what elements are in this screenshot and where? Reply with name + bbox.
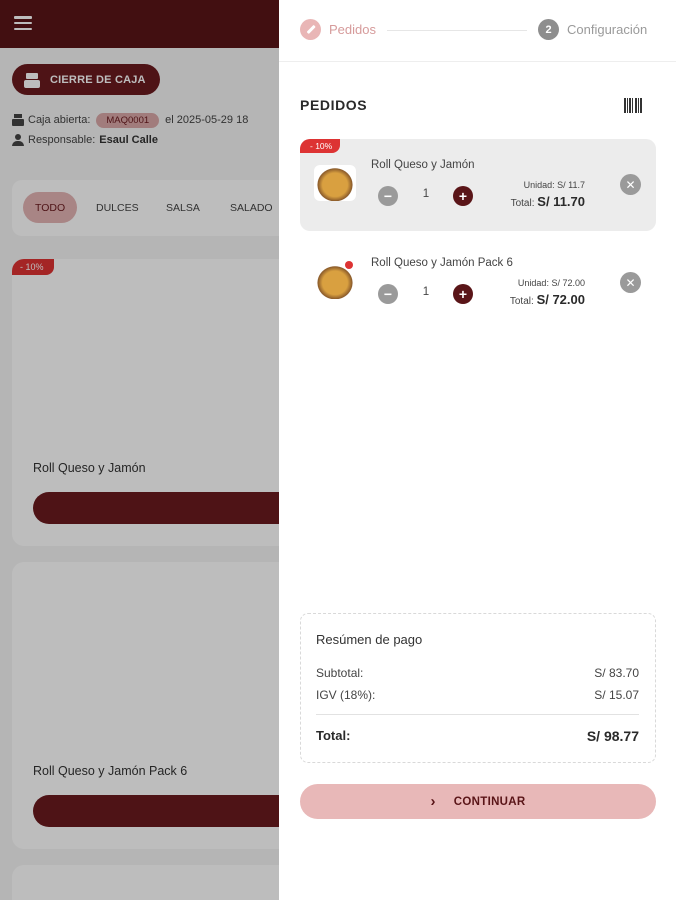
summary-title: Resúmen de pago bbox=[316, 632, 423, 647]
step-connector bbox=[387, 30, 527, 31]
increase-quantity-button[interactable]: + bbox=[453, 284, 473, 304]
step-label: Configuración bbox=[567, 22, 648, 37]
igv-row: IGV (18%): S/ 15.07 bbox=[316, 688, 639, 702]
step-configuracion[interactable]: 2 Configuración bbox=[538, 19, 647, 40]
pencil-icon bbox=[306, 25, 315, 34]
item-image bbox=[314, 165, 356, 201]
step-label: Pedidos bbox=[329, 22, 376, 37]
step-pedidos[interactable]: Pedidos bbox=[300, 19, 376, 40]
discount-badge: - 10% bbox=[300, 139, 341, 153]
chevron-right-icon: › bbox=[430, 793, 436, 810]
item-name: Roll Queso y Jamón Pack 6 bbox=[371, 257, 513, 269]
igv-label: IGV (18%): bbox=[316, 688, 376, 702]
continue-button[interactable]: › CONTINUAR bbox=[300, 784, 656, 819]
increase-quantity-button[interactable]: + bbox=[453, 186, 473, 206]
cart-drawer: Pedidos 2 Configuración PEDIDOS - 10% Ro… bbox=[279, 0, 676, 900]
total-row: Total: S/ 98.77 bbox=[316, 728, 639, 744]
subtotal-row: Subtotal: S/ 83.70 bbox=[316, 666, 639, 680]
decrease-quantity-button[interactable]: − bbox=[378, 186, 398, 206]
subtotal-value: S/ 83.70 bbox=[594, 666, 639, 680]
remove-item-button[interactable]: ✕ bbox=[620, 272, 641, 293]
discount-dot bbox=[345, 261, 353, 269]
continue-label: CONTINUAR bbox=[453, 795, 526, 808]
igv-value: S/ 15.07 bbox=[594, 688, 639, 702]
remove-item-button[interactable]: ✕ bbox=[620, 174, 641, 195]
unit-price: Unidad: S/ 72.00 bbox=[517, 278, 585, 288]
quantity-value: 1 bbox=[422, 286, 430, 298]
step-number: 2 bbox=[538, 19, 559, 40]
quantity-value: 1 bbox=[422, 188, 430, 200]
decrease-quantity-button[interactable]: − bbox=[378, 284, 398, 304]
checkout-stepper: Pedidos 2 Configuración bbox=[279, 0, 676, 62]
payment-summary: Resúmen de pago Subtotal: S/ 83.70 IGV (… bbox=[300, 613, 656, 763]
step-circle bbox=[300, 19, 321, 40]
subtotal-label: Subtotal: bbox=[316, 666, 364, 680]
unit-price: Unidad: S/ 11.7 bbox=[523, 180, 585, 190]
order-item: - 10% Roll Queso y Jamón − 1 + Unidad: S… bbox=[300, 139, 656, 231]
item-name: Roll Queso y Jamón bbox=[371, 159, 475, 171]
total-label: Total: bbox=[316, 728, 351, 743]
pedidos-title: PEDIDOS bbox=[300, 97, 368, 113]
item-total: Total: S/ 11.70 bbox=[510, 194, 585, 209]
barcode-icon[interactable] bbox=[624, 98, 642, 113]
order-item: Roll Queso y Jamón Pack 6 − 1 + Unidad: … bbox=[300, 237, 656, 329]
item-total: Total: S/ 72.00 bbox=[509, 292, 585, 307]
total-value: S/ 98.77 bbox=[586, 728, 639, 744]
summary-divider bbox=[316, 714, 639, 715]
